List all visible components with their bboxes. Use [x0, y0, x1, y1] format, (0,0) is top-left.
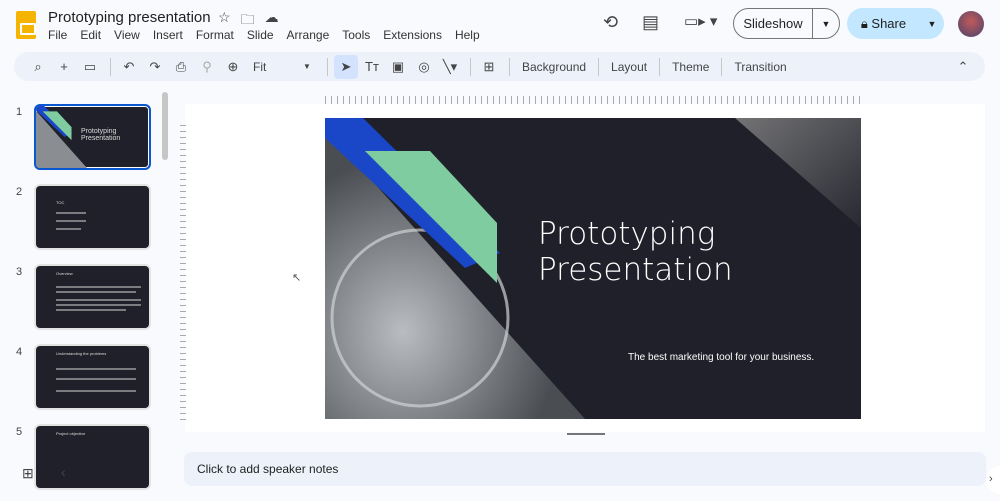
menu-help[interactable]: Help	[455, 28, 486, 42]
zoom-icon[interactable]: ⊕	[221, 55, 245, 79]
search-icon[interactable]: ⌕	[26, 55, 50, 79]
slide-thumbnail[interactable]: Project objective	[34, 424, 151, 490]
menu-insert[interactable]: Insert	[153, 28, 189, 42]
menu-format[interactable]: Format	[196, 28, 240, 42]
menu-edit[interactable]: Edit	[80, 28, 107, 42]
share-label: Share	[871, 15, 907, 31]
share-button[interactable]: 🔒︎ Share ▼	[847, 8, 944, 39]
thumbnail-title: Project objective	[56, 431, 86, 436]
circuit-corner-image	[735, 118, 861, 228]
slide-thumbnail[interactable]: Understanding the problems	[34, 344, 151, 410]
image-icon[interactable]: ▣	[386, 55, 410, 79]
slide-number: 3	[16, 266, 23, 278]
side-panel-toggle-icon[interactable]: ›	[986, 466, 1000, 494]
mouse-cursor-icon: ↖	[292, 272, 302, 284]
filmstrip-scrollbar[interactable]	[162, 92, 168, 160]
menu-bar: File Edit View Insert Format Slide Arran…	[48, 28, 493, 42]
document-title[interactable]: Prototyping presentation	[48, 9, 211, 26]
slide-number: 2	[16, 186, 23, 198]
new-slide-icon[interactable]: +	[52, 55, 76, 79]
slide-thumbnail[interactable]: TOC	[34, 184, 151, 250]
menu-arrange[interactable]: Arrange	[287, 28, 336, 42]
chevron-down-icon[interactable]: ▼	[920, 19, 944, 29]
comments-icon[interactable]: ▤	[642, 12, 659, 33]
slide-number: 1	[16, 106, 23, 118]
menu-extensions[interactable]: Extensions	[383, 28, 448, 42]
paint-format-icon[interactable]: ⚲	[195, 55, 219, 79]
slide-number: 5	[16, 426, 23, 438]
grid-view-icon[interactable]: ⊞	[22, 465, 34, 482]
menu-slide[interactable]: Slide	[247, 28, 280, 42]
chevron-down-icon[interactable]: ▼	[813, 19, 839, 29]
line-icon[interactable]: ╲▾	[438, 55, 462, 79]
thumbnail-title: Overview	[56, 271, 73, 276]
zoom-select[interactable]: Fit	[247, 60, 295, 74]
text-box-icon[interactable]: Tт	[360, 55, 384, 79]
slides-logo[interactable]	[16, 11, 36, 39]
menu-file[interactable]: File	[48, 28, 73, 42]
thumbnail-title: TOC	[56, 200, 65, 205]
slide-thumbnail[interactable]: Overview	[34, 264, 151, 330]
speaker-notes[interactable]: Click to add speaker notes	[184, 452, 986, 486]
collapse-toolbar-icon[interactable]: ⌃	[951, 55, 975, 79]
avatar[interactable]	[958, 11, 984, 37]
redo-icon[interactable]: ↷	[143, 55, 167, 79]
slideshow-label[interactable]: Slideshow	[734, 9, 813, 38]
print-icon[interactable]: ⎙	[169, 55, 193, 79]
horizontal-ruler[interactable]	[325, 96, 861, 104]
lock-icon: 🔒︎	[860, 15, 872, 31]
comment-add-icon[interactable]: ⊞	[477, 55, 501, 79]
slide-subtitle[interactable]: The best marketing tool for your busines…	[628, 352, 814, 363]
theme-button[interactable]: Theme	[666, 60, 715, 74]
slide-thumbnail[interactable]: Prototyping Presentation	[34, 104, 151, 170]
current-slide[interactable]: Prototyping Presentation The best marketi…	[325, 118, 861, 419]
select-pointer-icon[interactable]: ➤	[334, 54, 358, 79]
thumbnail-title: Prototyping Presentation	[81, 128, 121, 142]
toolbar: ⌕ + ▭ ↶ ↷ ⎙ ⚲ ⊕ Fit ▼ ➤ Tт ▣ ◎ ╲▾ ⊞ Back…	[14, 52, 985, 81]
layout-icon[interactable]: ▭	[78, 55, 102, 79]
slideshow-button[interactable]: Slideshow ▼	[733, 8, 840, 39]
transition-button[interactable]: Transition	[728, 60, 792, 74]
chevron-down-icon[interactable]: ▼	[295, 55, 319, 79]
divider	[110, 57, 111, 76]
notes-resize-handle[interactable]	[567, 433, 605, 435]
slide-number: 4	[16, 346, 23, 358]
meet-icon[interactable]: ▭▸ ▾	[684, 12, 717, 30]
layout-button[interactable]: Layout	[605, 60, 653, 74]
filmstrip: 1 Prototyping Presentation 2 TOC 3 Overv…	[0, 96, 170, 490]
background-button[interactable]: Background	[516, 60, 592, 74]
vertical-ruler[interactable]	[180, 120, 186, 420]
undo-icon[interactable]: ↶	[117, 55, 141, 79]
version-history-icon[interactable]: ⟲	[603, 12, 618, 33]
slide-title[interactable]: Prototyping Presentation	[538, 216, 733, 288]
menu-view[interactable]: View	[114, 28, 146, 42]
collapse-filmstrip-icon[interactable]: ‹	[61, 464, 66, 480]
thumbnail-title: Understanding the problems	[56, 351, 107, 356]
menu-tools[interactable]: Tools	[342, 28, 376, 42]
shape-icon[interactable]: ◎	[412, 55, 436, 79]
